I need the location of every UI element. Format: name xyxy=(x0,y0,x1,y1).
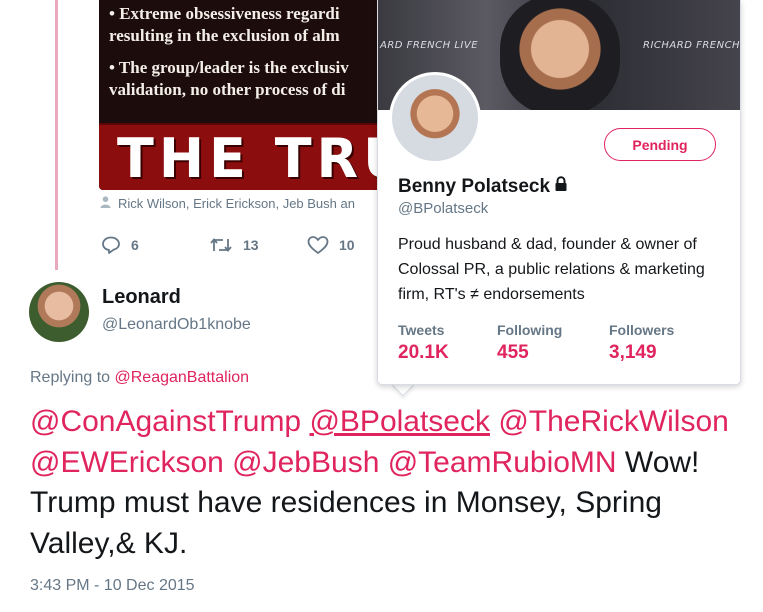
stat-label: Followers xyxy=(609,322,675,338)
thread-connector-line xyxy=(55,0,58,270)
replying-to: Replying to @ReaganBattalion xyxy=(30,369,249,387)
profile-hovercard: ARD FRENCH LIVE RICHARD FRENCH LIVE Pend… xyxy=(377,0,741,385)
media-line: • Extreme obsessiveness regardi xyxy=(109,4,340,23)
reply-action[interactable]: 6 xyxy=(101,235,209,255)
media-banner-text: THE TRU xyxy=(117,127,389,190)
mention-link[interactable]: @TheRickWilson xyxy=(498,405,729,438)
stat-value: 3,149 xyxy=(609,342,657,363)
hovercard-bio: Proud husband & dad, founder & owner of … xyxy=(398,236,705,303)
mention-link[interactable]: @TeamRubioMN xyxy=(388,446,617,479)
like-count: 10 xyxy=(339,237,355,253)
like-icon xyxy=(307,235,329,255)
media-line: validation, no other process of di xyxy=(109,80,346,99)
media-banner: THE TRU xyxy=(99,123,389,190)
hovercard-stats: Tweets 20.1K Following 455 Followers 3,1… xyxy=(398,322,674,364)
mention-link[interactable]: @BPolatseck xyxy=(309,405,490,438)
tweet-media-image[interactable]: • Extreme obsessiveness regardi resultin… xyxy=(99,0,389,190)
reply-icon xyxy=(101,235,121,255)
stat-value: 20.1K xyxy=(398,342,449,363)
person-icon xyxy=(100,196,111,211)
replying-to-label: Replying to xyxy=(30,369,111,386)
stat-following[interactable]: Following 455 xyxy=(497,322,609,364)
media-text-lines: • Extreme obsessiveness regardi resultin… xyxy=(109,3,349,101)
hovercard-name-text: Benny Polatseck xyxy=(398,176,551,197)
mention-link[interactable]: @EWErickson xyxy=(30,446,224,479)
banner-caption: RICHARD FRENCH LIVE xyxy=(643,40,740,51)
retweet-count: 13 xyxy=(243,237,259,253)
banner-photo-person xyxy=(500,0,620,110)
hovercard-avatar[interactable] xyxy=(389,72,481,164)
tweet-text: @ConAgainstTrump @BPolatseck @TheRickWil… xyxy=(30,402,750,564)
stat-followers[interactable]: Followers 3,149 xyxy=(609,322,674,364)
media-line: resulting in the exclusion of alm xyxy=(109,26,340,45)
pending-follow-button[interactable]: Pending xyxy=(604,128,716,161)
author-name[interactable]: Leonard xyxy=(102,286,181,309)
stat-label: Following xyxy=(497,322,563,338)
stat-label: Tweets xyxy=(398,322,445,338)
stat-tweets[interactable]: Tweets 20.1K xyxy=(398,322,497,364)
banner-caption: ARD FRENCH LIVE xyxy=(380,40,479,51)
mention-link[interactable]: @ConAgainstTrump xyxy=(30,405,301,438)
tagged-people-text: Rick Wilson, Erick Erickson, Jeb Bush an xyxy=(118,196,355,211)
avatar[interactable] xyxy=(29,282,89,342)
reply-count: 6 xyxy=(131,237,139,253)
hovercard-name[interactable]: Benny Polatseck xyxy=(398,176,568,198)
hovercard-handle[interactable]: @BPolatseck xyxy=(398,200,488,217)
media-line: • The group/leader is the exclusiv xyxy=(109,58,349,77)
tweet-actions: 6 13 10 xyxy=(101,234,355,256)
tagged-people[interactable]: Rick Wilson, Erick Erickson, Jeb Bush an xyxy=(100,196,355,211)
retweet-action[interactable]: 13 xyxy=(209,235,307,255)
retweet-icon xyxy=(209,235,233,255)
replying-to-link[interactable]: @ReaganBattalion xyxy=(115,369,250,386)
lock-icon xyxy=(554,176,568,198)
author-handle[interactable]: @LeonardOb1knobe xyxy=(102,316,251,334)
mention-link[interactable]: @JebBush xyxy=(232,446,379,479)
media-line-gap xyxy=(109,47,349,57)
stat-value: 455 xyxy=(497,342,529,363)
like-action[interactable]: 10 xyxy=(307,235,355,255)
timestamp[interactable]: 3:43 PM - 10 Dec 2015 xyxy=(30,577,195,595)
